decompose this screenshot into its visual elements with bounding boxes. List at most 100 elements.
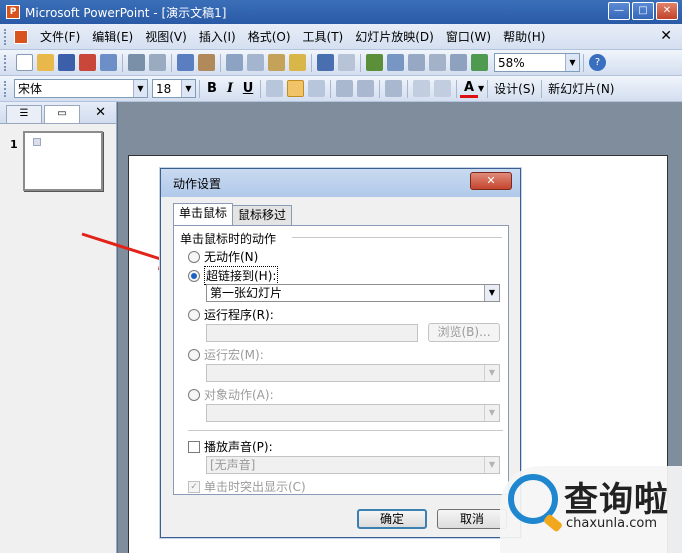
toolbar-separator — [407, 79, 408, 98]
run-program-input[interactable] — [206, 324, 418, 342]
paste-icon[interactable] — [268, 54, 285, 71]
menu-slideshow[interactable]: 幻灯片放映(D) — [351, 28, 442, 45]
close-document-icon[interactable]: ✕ — [660, 28, 672, 44]
divider — [188, 430, 503, 431]
insert-table-icon[interactable] — [387, 54, 404, 71]
chevron-down-icon[interactable]: ▼ — [181, 80, 195, 97]
radio-run-macro[interactable]: 运行宏(M): — [188, 346, 264, 363]
spelling-icon[interactable] — [177, 54, 194, 71]
chevron-down-icon[interactable]: ▼ — [484, 405, 499, 421]
checkbox-icon[interactable] — [188, 440, 200, 453]
numbering-icon[interactable] — [336, 80, 353, 97]
chevron-down-icon[interactable]: ▼ — [484, 457, 499, 473]
new-slide-button[interactable]: 新幻灯片(N) — [548, 80, 614, 97]
zoom-combo[interactable]: 58% ▼ — [494, 53, 580, 72]
radio-run-program[interactable]: 运行程序(R): — [188, 306, 274, 323]
toolbar-grip[interactable] — [4, 54, 10, 71]
print-icon[interactable] — [128, 54, 145, 71]
radio-label: 超链接到(H): — [204, 266, 279, 285]
minimize-button[interactable]: — — [608, 2, 630, 20]
italic-button[interactable]: I — [221, 81, 239, 96]
menu-insert[interactable]: 插入(I) — [195, 28, 244, 45]
increase-indent-icon[interactable] — [434, 80, 451, 97]
ok-button[interactable]: 确定 — [357, 509, 427, 529]
chevron-down-icon[interactable]: ▼ — [484, 285, 499, 301]
open-folder-icon[interactable] — [37, 54, 54, 71]
design-button[interactable]: 设计(S) — [494, 80, 535, 97]
align-right-icon[interactable] — [308, 80, 325, 97]
checkbox-play-sound[interactable]: 播放声音(P): — [188, 438, 273, 455]
undo-icon[interactable] — [317, 54, 334, 71]
radio-icon[interactable] — [188, 250, 200, 263]
browse-button[interactable]: 浏览(B)... — [428, 323, 500, 342]
chevron-down-icon[interactable]: ▼ — [565, 54, 579, 71]
checkbox-highlight[interactable]: ✓ 单击时突出显示(C) — [188, 478, 306, 495]
menu-view[interactable]: 视图(V) — [141, 28, 195, 45]
redo-icon[interactable] — [338, 54, 355, 71]
print-preview-icon[interactable] — [149, 54, 166, 71]
chevron-down-icon[interactable]: ▼ — [478, 84, 484, 93]
cut-icon[interactable] — [226, 54, 243, 71]
menu-edit[interactable]: 编辑(E) — [88, 28, 141, 45]
toolbar-grip[interactable] — [4, 28, 10, 45]
align-center-icon[interactable] — [287, 80, 304, 97]
help-icon[interactable]: ? — [589, 54, 606, 71]
menu-tools[interactable]: 工具(T) — [299, 28, 352, 45]
sound-select[interactable]: [无声音] ▼ — [206, 456, 500, 474]
menu-bar: 文件(F) 编辑(E) 视图(V) 插入(I) 格式(O) 工具(T) 幻灯片放… — [0, 24, 682, 50]
format-painter-icon[interactable] — [289, 54, 306, 71]
radio-icon[interactable] — [188, 308, 200, 321]
font-size-value: 18 — [156, 81, 172, 96]
radio-object-action[interactable]: 对象动作(A): — [188, 386, 274, 403]
macro-select[interactable]: ▼ — [206, 364, 500, 382]
maximize-button[interactable]: □ — [632, 2, 654, 20]
document-icon[interactable] — [14, 29, 28, 44]
chevron-down-icon[interactable]: ▼ — [484, 365, 499, 381]
chevron-down-icon[interactable]: ▼ — [133, 80, 147, 97]
font-size-combo[interactable]: 18 ▼ — [152, 79, 196, 98]
save-icon[interactable] — [58, 54, 75, 71]
toolbar-separator — [199, 79, 200, 98]
dialog-close-button[interactable]: ✕ — [470, 172, 512, 190]
insert-chart-icon[interactable] — [366, 54, 383, 71]
tab-mouse-click[interactable]: 单击鼠标 — [173, 203, 234, 225]
increase-font-icon[interactable] — [385, 80, 402, 97]
research-icon[interactable] — [198, 54, 215, 71]
toolbar-grip[interactable] — [4, 80, 10, 97]
radio-icon[interactable] — [188, 348, 200, 361]
radio-icon[interactable] — [188, 388, 200, 401]
color-grayscale-icon[interactable] — [471, 54, 488, 71]
object-action-select[interactable]: ▼ — [206, 404, 500, 422]
expand-all-icon[interactable] — [429, 54, 446, 71]
new-document-icon[interactable] — [16, 54, 33, 71]
bullets-icon[interactable] — [357, 80, 374, 97]
menu-format[interactable]: 格式(O) — [244, 28, 299, 45]
tab-slides[interactable]: ▭ — [44, 105, 80, 123]
radio-selected-icon[interactable] — [188, 269, 200, 282]
hyperlink-select[interactable]: 第一张幻灯片 ▼ — [206, 284, 500, 302]
checkmark-icon[interactable]: ✓ — [188, 480, 200, 493]
tables-borders-icon[interactable] — [408, 54, 425, 71]
copy-icon[interactable] — [247, 54, 264, 71]
font-color-button[interactable]: A — [460, 80, 478, 98]
align-left-icon[interactable] — [266, 80, 283, 97]
bold-button[interactable]: B — [203, 81, 221, 96]
tab-outline[interactable]: ☰ — [6, 105, 42, 123]
slide-thumbnail[interactable] — [23, 131, 103, 191]
menu-help[interactable]: 帮助(H) — [499, 28, 553, 45]
close-window-button[interactable]: ✕ — [656, 2, 678, 20]
font-name-value: 宋体 — [18, 82, 43, 96]
email-icon[interactable] — [100, 54, 117, 71]
show-grid-icon[interactable] — [450, 54, 467, 71]
font-name-combo[interactable]: 宋体 ▼ — [14, 79, 148, 98]
permission-icon[interactable] — [79, 54, 96, 71]
menu-file[interactable]: 文件(F) — [36, 28, 88, 45]
underline-button[interactable]: U — [239, 81, 257, 96]
menu-window[interactable]: 窗口(W) — [442, 28, 499, 45]
radio-no-action[interactable]: 无动作(N) — [188, 248, 258, 265]
radio-hyperlink[interactable]: 超链接到(H): — [188, 266, 279, 285]
decrease-indent-icon[interactable] — [413, 80, 430, 97]
tab-mouse-over[interactable]: 鼠标移过 — [232, 205, 293, 225]
close-panel-icon[interactable]: ✕ — [95, 105, 106, 120]
cancel-button[interactable]: 取消 — [437, 509, 507, 529]
